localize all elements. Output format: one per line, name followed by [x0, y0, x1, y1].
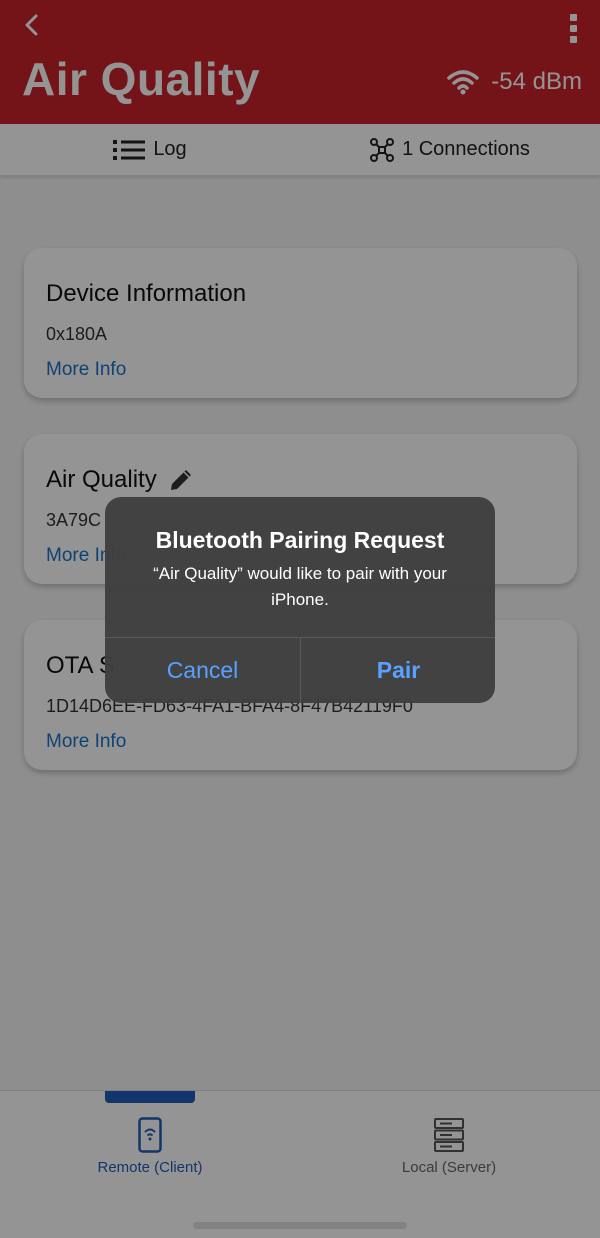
- alert-message: “Air Quality” would like to pair with yo…: [153, 564, 447, 609]
- cancel-button[interactable]: Cancel: [105, 638, 300, 703]
- pair-button[interactable]: Pair: [301, 638, 495, 703]
- alert-title: Bluetooth Pairing Request: [155, 527, 445, 553]
- pairing-alert-dialog: Bluetooth Pairing Request “Air Quality” …: [105, 497, 495, 703]
